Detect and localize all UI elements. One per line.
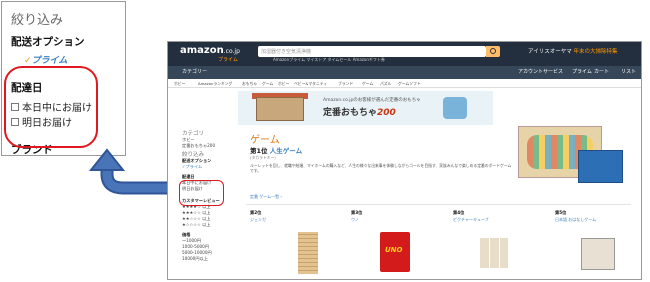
rank-product-link[interactable]: ジェンガ [250, 217, 266, 223]
subnav-item[interactable]: ベビー&マタニティ [294, 81, 327, 87]
secondary-nav-bar: カテゴリー アカウントサービス プライム カート リスト [168, 66, 641, 79]
rank-product-link[interactable]: ピクチャーキューブ [453, 217, 489, 223]
subnav-item[interactable]: Amazonランキング [198, 81, 232, 87]
rank-label: 第3位 [351, 210, 363, 215]
price-filter[interactable]: 10000円以上 [182, 256, 230, 262]
toy-image [443, 97, 467, 119]
subnav-item[interactable]: ホビー [278, 81, 289, 87]
hero-banner[interactable]: Amazon.co.jpのお客様が選んだ定番のおもちゃ 定番おもちゃ200 [238, 91, 493, 125]
card-game-product-image[interactable] [581, 238, 615, 270]
zoomed-filter-panel: 絞り込み 配送オプション ✓プライム 配達日 本日中にお届け 明日お届け ブラン… [1, 1, 126, 156]
subnav-item[interactable]: ゲームソフト [398, 81, 421, 87]
amazon-logo[interactable]: amazon.co.jp [180, 45, 240, 56]
amazon-page-screenshot: amazon.co.jp プライム 加湿器付き空気清浄機 アイリスオーヤマ 年末… [167, 41, 642, 280]
divider [246, 204, 631, 205]
prime-filter-link[interactable]: ✓プライム [24, 53, 67, 66]
rank-label: 第5位 [555, 210, 567, 215]
subnav-item[interactable]: ゲーム [362, 81, 373, 87]
account-menu[interactable]: アカウントサービス [518, 68, 563, 75]
shipping-options-heading: 配送オプション [11, 36, 85, 48]
subnav-item[interactable]: ゲーム [262, 81, 273, 87]
game-description: ルーレットを回し、就職や結婚、マイホームの購入など、人生の様々な出来事を体験しな… [250, 163, 512, 174]
banner-subtitle: Amazon.co.jpのお客様が選んだ定番のおもちゃ [323, 98, 421, 103]
maker-text: (タカラトミー) [250, 155, 276, 160]
jenga-product-image[interactable] [298, 232, 318, 274]
categories-menu[interactable]: カテゴリー [182, 68, 207, 75]
highlight-oval-small [179, 180, 224, 206]
rank-label: 第2位 [250, 210, 262, 215]
banner-title: 定番おもちゃ200 [323, 108, 396, 118]
subnav-item[interactable]: おもちゃ [242, 81, 257, 87]
nav-links[interactable]: Amazonプライム マイストア タイムセール Amazonギフト券 [273, 57, 385, 63]
rank-product-link[interactable]: ウノ [351, 217, 359, 223]
sidebar-link[interactable]: 定番おもちゃ200 [182, 143, 230, 149]
highlight-oval [4, 66, 98, 148]
prime-sublogo: プライム [218, 57, 238, 63]
promo-banner-text[interactable]: アイリスオーヤマ 年末の大掃除特集 [528, 47, 618, 55]
prime-label: プライム [31, 56, 68, 66]
top-nav-bar: amazon.co.jp プライム 加湿器付き空気清浄機 アイリスオーヤマ 年末… [168, 42, 641, 66]
refine-heading: 絞り込み [11, 13, 64, 28]
search-icon[interactable] [486, 46, 500, 57]
cubes-product-image[interactable] [480, 238, 508, 268]
uno-product-image[interactable] [380, 232, 410, 272]
rank-product-link[interactable]: 日本語 おはなしゲーム [555, 217, 596, 223]
prime-menu[interactable]: プライム [572, 68, 592, 75]
subnav-item[interactable]: ブランド [338, 81, 353, 87]
subnav-item[interactable]: パズル [380, 81, 391, 87]
game-box-image[interactable] [578, 150, 623, 183]
prime-check-icon: ✓ [24, 56, 32, 66]
dollhouse-image [256, 97, 304, 121]
list-link[interactable]: リスト [621, 68, 636, 75]
cart-link[interactable]: カート [594, 68, 609, 75]
search-input[interactable]: 加湿器付き空気清浄機 [258, 46, 486, 57]
more-games-link[interactable]: 定番 ゲーム一覧 › [250, 194, 282, 200]
rank1-heading[interactable]: 第1位 人生ゲーム [250, 145, 302, 155]
rank-label: 第4位 [453, 210, 465, 215]
subnav-item[interactable]: ホビー [174, 81, 185, 87]
sub-navigation: ホビー Amazonランキング おもちゃ ゲーム ホビー ベビー&マタニティ ブ… [168, 79, 641, 88]
section-title: ゲーム [250, 135, 280, 146]
